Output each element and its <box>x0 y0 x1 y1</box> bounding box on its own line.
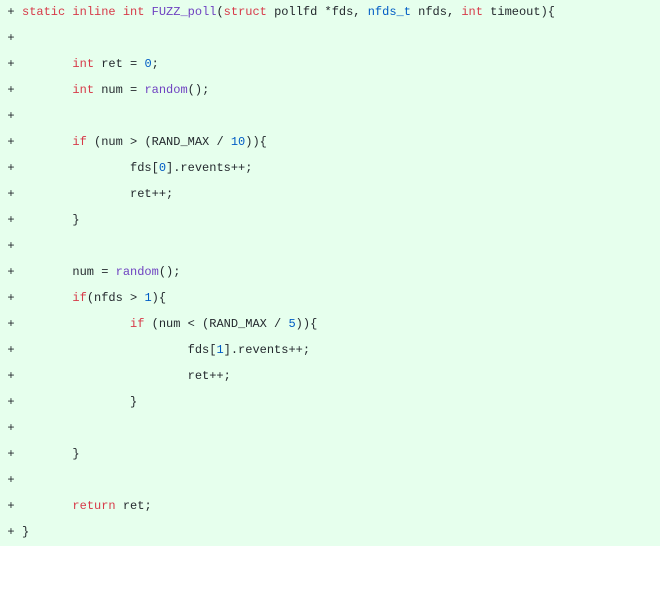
diff-line: + } <box>0 208 660 234</box>
diff-line: + return ret; <box>0 494 660 520</box>
diff-marker: + <box>0 134 22 151</box>
diff-marker: + <box>0 212 22 229</box>
diff-marker: + <box>0 394 22 411</box>
code-content: } <box>22 212 660 229</box>
code-content: } <box>22 524 660 541</box>
diff-line: + ret++; <box>0 182 660 208</box>
diff-marker: + <box>0 108 22 125</box>
diff-line: + <box>0 26 660 52</box>
diff-line: + <box>0 104 660 130</box>
diff-marker: + <box>0 446 22 463</box>
diff-line: + fds[0].revents++; <box>0 156 660 182</box>
diff-marker: + <box>0 420 22 437</box>
diff-marker: + <box>0 238 22 255</box>
diff-view: +static inline int FUZZ_poll(struct poll… <box>0 0 660 546</box>
diff-line: +} <box>0 520 660 546</box>
diff-marker: + <box>0 264 22 281</box>
diff-line: + num = random(); <box>0 260 660 286</box>
diff-marker: + <box>0 472 22 489</box>
code-content: ret++; <box>22 368 660 385</box>
diff-line: + if (num > (RAND_MAX / 10)){ <box>0 130 660 156</box>
diff-line: + int num = random(); <box>0 78 660 104</box>
diff-line: + } <box>0 442 660 468</box>
code-content: } <box>22 446 660 463</box>
diff-marker: + <box>0 316 22 333</box>
diff-marker: + <box>0 290 22 307</box>
diff-marker: + <box>0 4 22 21</box>
diff-line: + } <box>0 390 660 416</box>
code-content: return ret; <box>22 498 660 515</box>
code-content <box>22 108 660 125</box>
code-content: if (num < (RAND_MAX / 5)){ <box>22 316 660 333</box>
diff-line: + <box>0 468 660 494</box>
code-content: fds[1].revents++; <box>22 342 660 359</box>
code-content: ret++; <box>22 186 660 203</box>
diff-line: + if (num < (RAND_MAX / 5)){ <box>0 312 660 338</box>
diff-line: + fds[1].revents++; <box>0 338 660 364</box>
diff-marker: + <box>0 342 22 359</box>
diff-marker: + <box>0 368 22 385</box>
diff-marker: + <box>0 30 22 47</box>
diff-line: + ret++; <box>0 364 660 390</box>
code-content: if (num > (RAND_MAX / 10)){ <box>22 134 660 151</box>
diff-marker: + <box>0 524 22 541</box>
diff-line: + <box>0 416 660 442</box>
code-content: } <box>22 394 660 411</box>
diff-marker: + <box>0 498 22 515</box>
diff-marker: + <box>0 56 22 73</box>
diff-marker: + <box>0 160 22 177</box>
code-content: if(nfds > 1){ <box>22 290 660 307</box>
code-content <box>22 472 660 489</box>
diff-line: + <box>0 234 660 260</box>
code-content: static inline int FUZZ_poll(struct pollf… <box>22 4 660 21</box>
code-content: fds[0].revents++; <box>22 160 660 177</box>
code-content: num = random(); <box>22 264 660 281</box>
diff-line: +static inline int FUZZ_poll(struct poll… <box>0 0 660 26</box>
diff-line: + int ret = 0; <box>0 52 660 78</box>
code-content <box>22 238 660 255</box>
code-content <box>22 30 660 47</box>
code-content: int ret = 0; <box>22 56 660 73</box>
diff-marker: + <box>0 82 22 99</box>
diff-line: + if(nfds > 1){ <box>0 286 660 312</box>
diff-marker: + <box>0 186 22 203</box>
code-content: int num = random(); <box>22 82 660 99</box>
code-content <box>22 420 660 437</box>
